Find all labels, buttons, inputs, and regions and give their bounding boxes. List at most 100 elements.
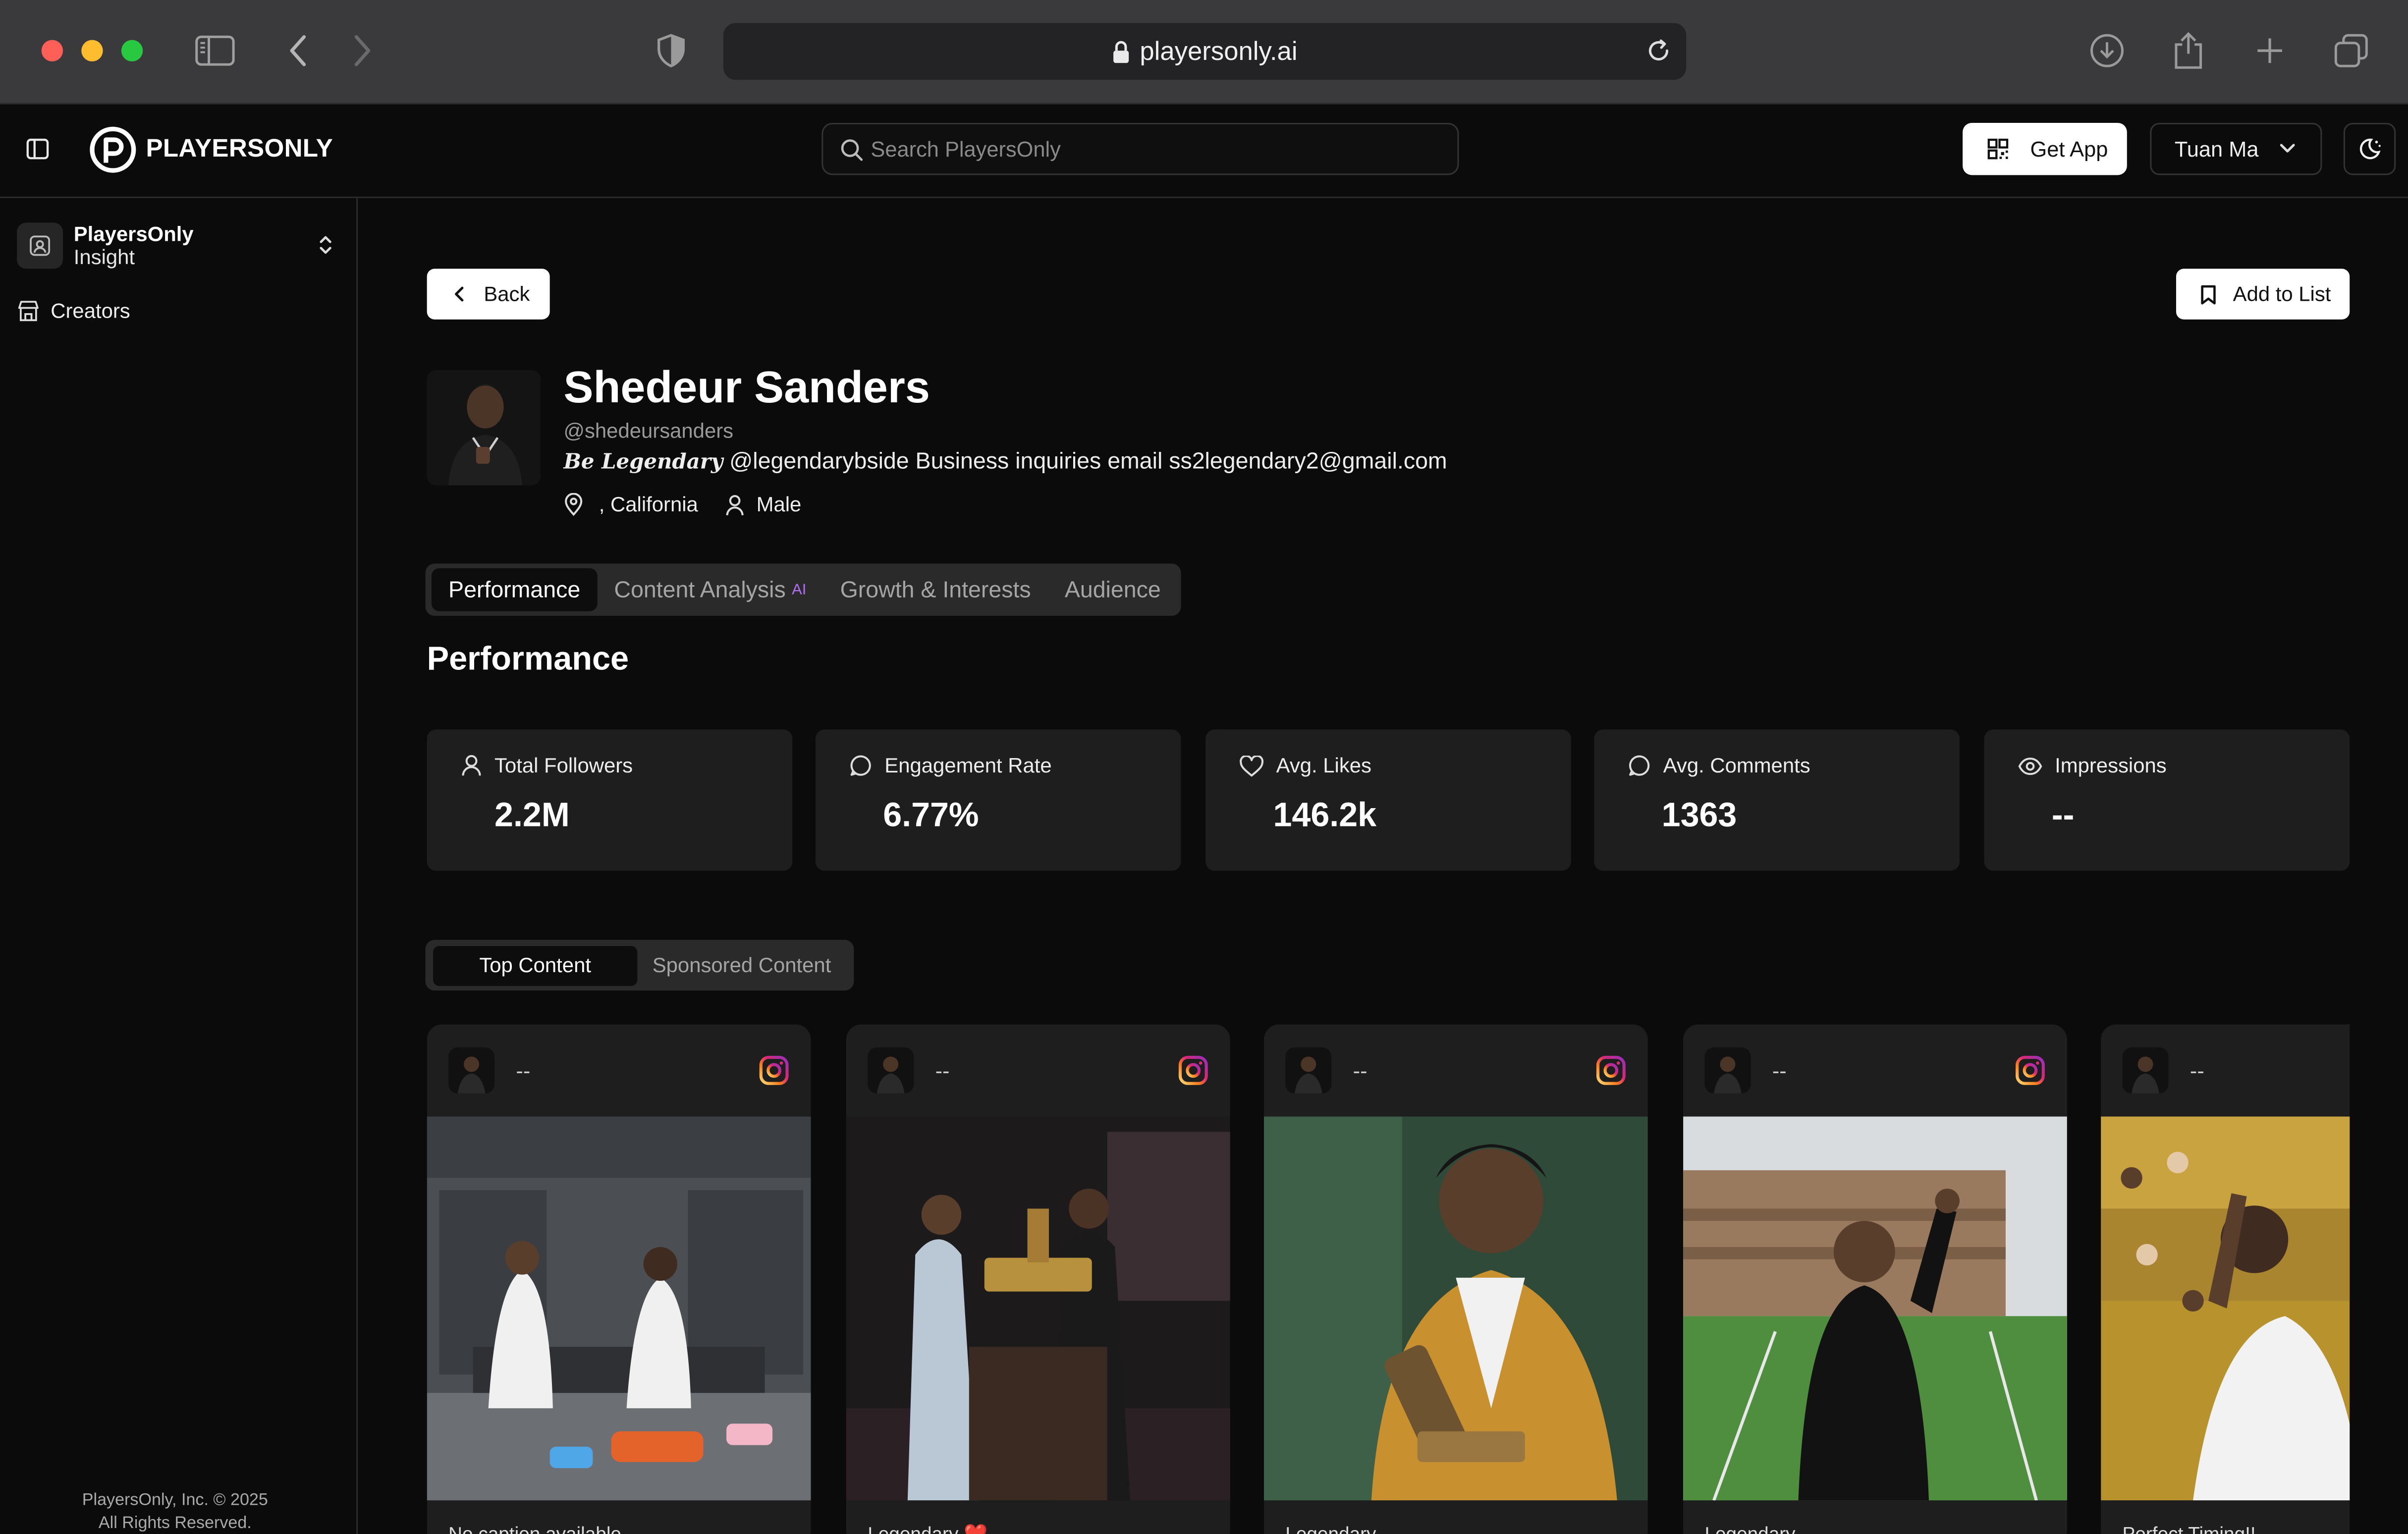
tab-label: Growth & Interests	[840, 576, 1031, 603]
theme-toggle-button[interactable]	[2343, 122, 2396, 175]
tab-content-analysis[interactable]: Content Analysis AI	[597, 568, 823, 611]
stat-card-likes: Avg. Likes 146.2k	[1205, 729, 1571, 871]
back-button[interactable]: Back	[427, 269, 550, 320]
get-app-button[interactable]: Get App	[1963, 122, 2127, 175]
profile-name: Shedeur Sanders	[563, 364, 930, 413]
app-header: PLAYERSONLY Get App Tuan Ma	[0, 104, 2408, 198]
profile-meta: , California Male	[564, 493, 827, 516]
close-window-button[interactable]	[41, 40, 63, 61]
map-pin-icon	[565, 493, 583, 516]
address-bar[interactable]: playersonly.ai	[723, 23, 1687, 80]
store-icon	[18, 301, 39, 322]
post-image-crowd	[2101, 1116, 2350, 1501]
minimize-window-button[interactable]	[81, 40, 103, 61]
stat-value: 6.77%	[883, 795, 979, 834]
sidebar-toggle-icon[interactable]	[195, 31, 235, 71]
post-author: --	[1353, 1058, 1368, 1083]
url-text: playersonly.ai	[1140, 36, 1298, 65]
bio-text: @legendarybside Business inquiries email…	[723, 448, 1447, 475]
zoom-window-button[interactable]	[121, 40, 143, 61]
stat-label: Impressions	[2055, 754, 2167, 777]
stat-value: --	[2051, 795, 2075, 834]
stat-label: Engagement Rate	[884, 754, 1052, 777]
post-author: --	[516, 1058, 531, 1083]
stat-value: 2.2M	[494, 795, 570, 834]
tab-audience[interactable]: Audience	[1048, 568, 1178, 611]
profile-avatar	[427, 370, 541, 486]
stat-card-engagement: Engagement Rate 6.77%	[815, 729, 1181, 871]
get-app-label: Get App	[2030, 136, 2108, 162]
tab-growth-interests[interactable]: Growth & Interests	[823, 568, 1048, 611]
brand-logo[interactable]: PLAYERSONLY	[89, 126, 333, 173]
user-menu-button[interactable]: Tuan Ma	[2150, 122, 2322, 175]
sidebar: PlayersOnly Insight Creators PlayersOnly…	[0, 198, 358, 1534]
instagram-icon[interactable]	[1595, 1055, 1626, 1086]
post-author: --	[935, 1058, 950, 1083]
instagram-icon[interactable]	[2015, 1055, 2046, 1086]
post-caption: Legendary	[1285, 1524, 1376, 1534]
tab-label: Performance	[448, 576, 581, 603]
stat-value: 1363	[1661, 795, 1737, 834]
sidebar-panel-icon[interactable]	[26, 138, 49, 167]
tab-label: Top Content	[479, 953, 592, 977]
profile-tabs: Performance Content Analysis AI Growth & …	[425, 563, 1181, 616]
heart-icon	[1240, 755, 1264, 776]
stat-card-impressions: Impressions --	[1984, 729, 2350, 871]
eye-icon	[2018, 757, 2042, 774]
app-window: playersonly.ai PLAYERSONLY Search Player…	[0, 0, 2408, 1534]
forward-arrow-icon[interactable]	[342, 31, 383, 71]
reload-icon[interactable]	[1645, 37, 1673, 64]
back-arrow-icon[interactable]	[278, 31, 318, 71]
workspace-switcher[interactable]: PlayersOnly Insight	[17, 221, 342, 270]
content-tabs: Top Content Sponsored Content	[425, 939, 854, 991]
workspace-name: PlayersOnly	[73, 222, 194, 246]
shield-icon[interactable]	[651, 31, 691, 71]
bookmark-icon	[2201, 284, 2216, 304]
sidebar-item-creators[interactable]: Creators	[17, 299, 130, 323]
add-to-list-label: Add to List	[2233, 282, 2331, 306]
user-icon	[462, 755, 481, 776]
post-caption: Legendary	[1704, 1524, 1795, 1534]
footer-copyright: PlayersOnly, Inc. © 2025	[82, 1491, 268, 1510]
tab-overview-icon[interactable]	[2331, 31, 2371, 71]
instagram-icon[interactable]	[759, 1055, 789, 1086]
stat-card-comments: Avg. Comments 1363	[1594, 729, 1960, 871]
chevron-down-icon	[2280, 144, 2295, 153]
post-card[interactable]: --	[427, 1024, 811, 1534]
post-avatar	[1704, 1047, 1751, 1094]
tab-label: Content Analysis	[614, 576, 786, 603]
stat-label: Total Followers	[494, 754, 633, 777]
profile-handle: @shedeursanders	[563, 419, 734, 442]
post-image-locker-room	[427, 1116, 811, 1501]
post-author: --	[2189, 1058, 2204, 1083]
share-icon[interactable]	[2168, 31, 2208, 71]
stat-label: Avg. Comments	[1663, 754, 1810, 777]
search-input[interactable]	[871, 136, 1424, 162]
brand-name: PLAYERSONLY	[146, 135, 333, 163]
content-carousel[interactable]: -- -- -- -- --	[427, 1024, 2350, 1534]
ai-badge: AI	[792, 581, 807, 599]
post-card[interactable]: -- Legendary	[1263, 1024, 1648, 1534]
user-name: Tuan Ma	[2174, 136, 2259, 162]
qr-code-icon	[1987, 138, 2009, 160]
search-bar[interactable]	[821, 122, 1459, 175]
post-caption: Legendary ❤️	[868, 1524, 987, 1534]
tab-sponsored-content[interactable]: Sponsored Content	[637, 945, 846, 986]
post-caption: No caption available	[448, 1524, 621, 1534]
new-tab-icon[interactable]	[2250, 31, 2290, 71]
instagram-icon[interactable]	[1178, 1055, 1208, 1086]
search-icon	[841, 138, 863, 161]
workspace-subtitle: Insight	[73, 245, 135, 269]
tab-top-content[interactable]: Top Content	[433, 945, 638, 986]
person-icon	[725, 494, 743, 515]
chevron-updown-icon	[320, 236, 331, 254]
post-card[interactable]: -- Legendary	[1683, 1024, 2067, 1534]
add-to-list-button[interactable]: Add to List	[2176, 269, 2350, 320]
tab-performance[interactable]: Performance	[431, 568, 598, 611]
post-image-trophy-stage	[846, 1116, 1230, 1501]
post-card[interactable]: -- Perfect Timing!!	[2101, 1024, 2350, 1534]
download-icon[interactable]	[2087, 31, 2127, 71]
post-card[interactable]: -- Legendary ❤️	[846, 1024, 1230, 1534]
post-image-stadium	[1683, 1116, 2067, 1501]
section-title: Performance	[427, 640, 629, 677]
